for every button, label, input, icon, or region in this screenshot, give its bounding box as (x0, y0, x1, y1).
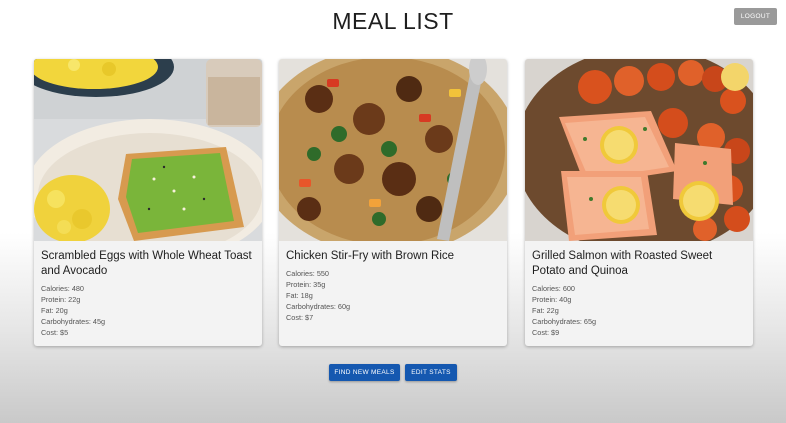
meal-card[interactable]: Chicken Stir-Fry with Brown Rice Calorie… (279, 59, 507, 346)
meal-image-scrambled-eggs (34, 59, 262, 241)
meal-calories: Calories: 600 (532, 284, 575, 293)
meal-calories: Calories: 480 (41, 284, 84, 293)
meal-carbohydrates: Carbohydrates: 65g (532, 317, 597, 326)
meal-name: Grilled Salmon with Roasted Sweet Potato… (532, 250, 713, 277)
meal-fat: Fat: 20g (41, 306, 68, 315)
meal-carbohydrates: Carbohydrates: 60g (286, 302, 351, 311)
meal-image-grilled-salmon (525, 59, 753, 241)
page-title: MEAL LIST (332, 8, 454, 34)
meal-cost: Cost: $5 (41, 328, 69, 337)
meal-protein: Protein: 22g (41, 295, 81, 304)
meal-protein: Protein: 40g (532, 295, 572, 304)
logout-button[interactable]: LOGOUT (734, 8, 777, 25)
meal-fat: Fat: 18g (286, 291, 313, 300)
meal-fat: Fat: 22g (532, 306, 559, 315)
meal-calories: Calories: 550 (286, 269, 329, 278)
meal-carbohydrates: Carbohydrates: 45g (41, 317, 106, 326)
meal-cost: Cost: $7 (286, 313, 314, 322)
meal-cost: Cost: $9 (532, 328, 560, 337)
meal-name: Scrambled Eggs with Whole Wheat Toast an… (41, 250, 252, 277)
edit-stats-button[interactable]: EDIT STATS (405, 364, 457, 381)
meal-card[interactable]: Scrambled Eggs with Whole Wheat Toast an… (34, 59, 262, 346)
meal-name: Chicken Stir-Fry with Brown Rice (286, 250, 455, 262)
meal-card[interactable]: Grilled Salmon with Roasted Sweet Potato… (525, 59, 753, 346)
meal-image-chicken-stir-fry (279, 59, 507, 241)
find-new-meals-button[interactable]: FIND NEW MEALS (329, 364, 400, 381)
meal-protein: Protein: 35g (286, 280, 326, 289)
